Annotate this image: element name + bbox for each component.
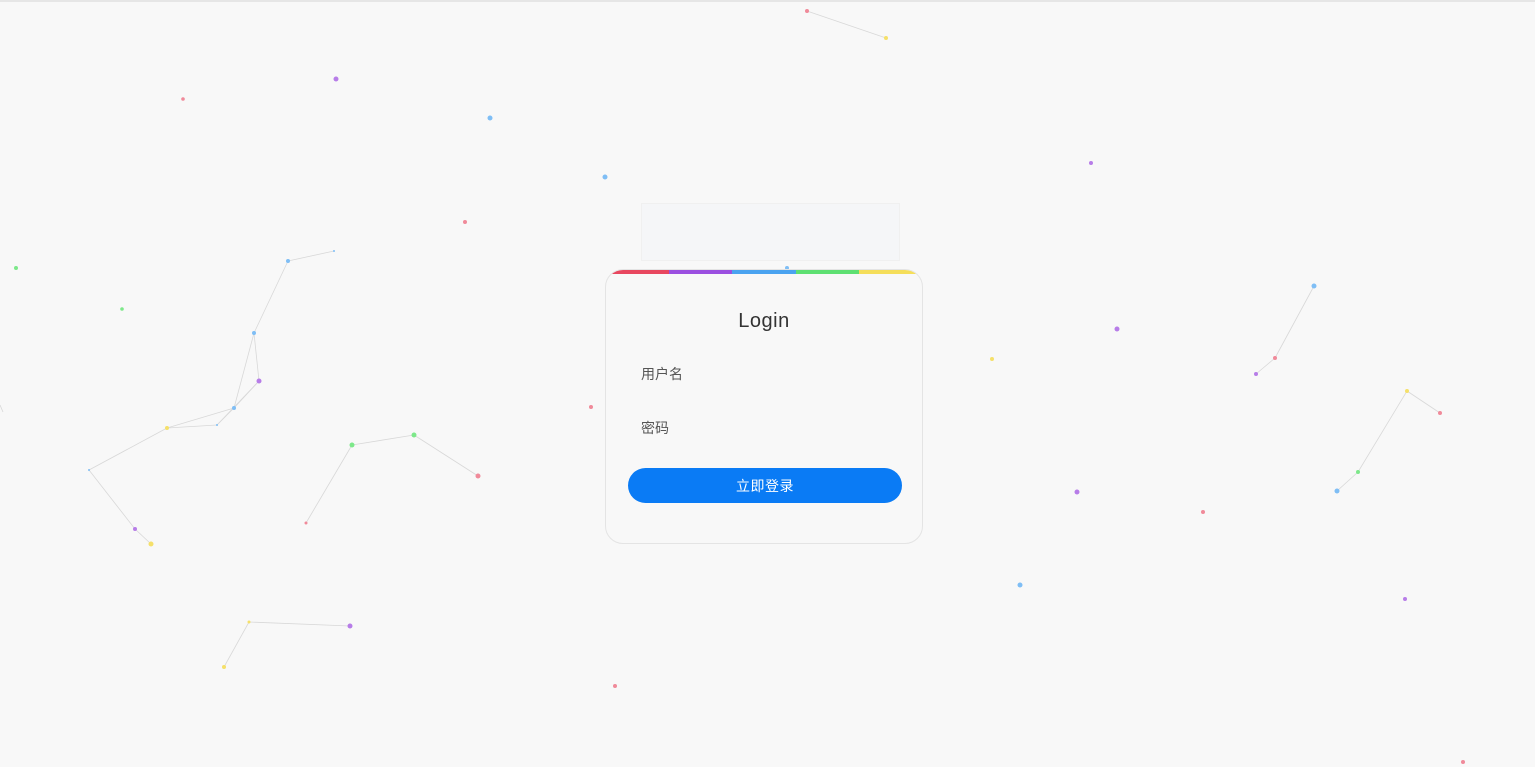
particle-dot — [1438, 411, 1442, 415]
particle-dot — [181, 97, 185, 101]
login-title: Login — [738, 310, 790, 332]
particle-dot — [1201, 510, 1205, 514]
login-button[interactable]: 立即登录 — [628, 468, 902, 503]
particle-link — [248, 621, 351, 627]
particle-dot — [14, 266, 18, 270]
particle-dot — [1017, 582, 1023, 588]
particle-dot — [148, 541, 154, 547]
particle-dot — [347, 623, 353, 629]
particle-dot — [252, 331, 256, 335]
particle-dot — [1114, 326, 1120, 332]
particle-link — [413, 434, 479, 477]
particle-dot — [1074, 489, 1080, 495]
particle-link — [216, 380, 260, 426]
particle-dot — [1461, 760, 1465, 764]
particle-dot — [165, 426, 169, 430]
particle-link — [1274, 285, 1315, 359]
particle-dot — [805, 9, 809, 13]
particle-dot — [133, 527, 137, 531]
particle-link — [806, 10, 887, 39]
password-input[interactable] — [641, 416, 891, 442]
username-input[interactable] — [641, 362, 891, 388]
particle-dot — [1334, 488, 1340, 494]
particle-dot — [613, 684, 617, 688]
particle-link — [1406, 390, 1441, 414]
particle-link — [0, 404, 4, 413]
particle-link — [1336, 471, 1359, 492]
particle-dot — [411, 432, 417, 438]
particle-dot — [222, 665, 226, 669]
particle-link — [1357, 390, 1408, 473]
particle-dot — [232, 406, 236, 410]
particle-dot — [602, 174, 608, 180]
login-card: Login 立即登录 — [605, 269, 923, 544]
background-panel — [641, 203, 900, 261]
particle-dot — [216, 424, 218, 426]
particle-dot — [247, 620, 251, 624]
particle-dot — [990, 357, 994, 361]
particle-dot — [1273, 356, 1277, 360]
particle-dot — [256, 378, 262, 384]
particle-dot — [884, 36, 888, 40]
particle-dot — [1089, 161, 1093, 165]
particle-dot — [333, 250, 335, 252]
particle-link — [223, 621, 250, 668]
particle-dot — [463, 220, 467, 224]
particle-link — [305, 444, 353, 524]
particle-link — [88, 427, 168, 471]
particle-dot — [286, 259, 290, 263]
particle-dot — [1405, 389, 1409, 393]
particle-link — [253, 260, 289, 334]
particle-dot — [1403, 597, 1407, 601]
particle-dot — [1311, 283, 1317, 289]
particle-link — [287, 250, 335, 262]
particle-link — [253, 332, 260, 382]
accent-segment-green — [795, 270, 859, 274]
particle-dot — [487, 115, 493, 121]
particle-dot — [475, 473, 481, 479]
accent-segment-yellow — [858, 270, 922, 274]
particle-dot — [88, 469, 90, 471]
particle-link — [1255, 357, 1276, 375]
particle-dot — [1254, 372, 1258, 376]
accent-segment-purple — [669, 270, 733, 274]
particle-dot — [1356, 470, 1360, 474]
particle-dot — [589, 405, 593, 409]
particle-link — [134, 528, 152, 545]
particle-dot — [304, 521, 308, 525]
accent-segment-blue — [732, 270, 796, 274]
rainbow-accent-bar — [606, 270, 922, 274]
particle-dot — [333, 76, 339, 82]
particle-link — [351, 434, 415, 446]
particle-link — [88, 469, 136, 530]
particle-dot — [120, 307, 124, 311]
accent-segment-red — [606, 270, 670, 274]
particle-dot — [349, 442, 355, 448]
